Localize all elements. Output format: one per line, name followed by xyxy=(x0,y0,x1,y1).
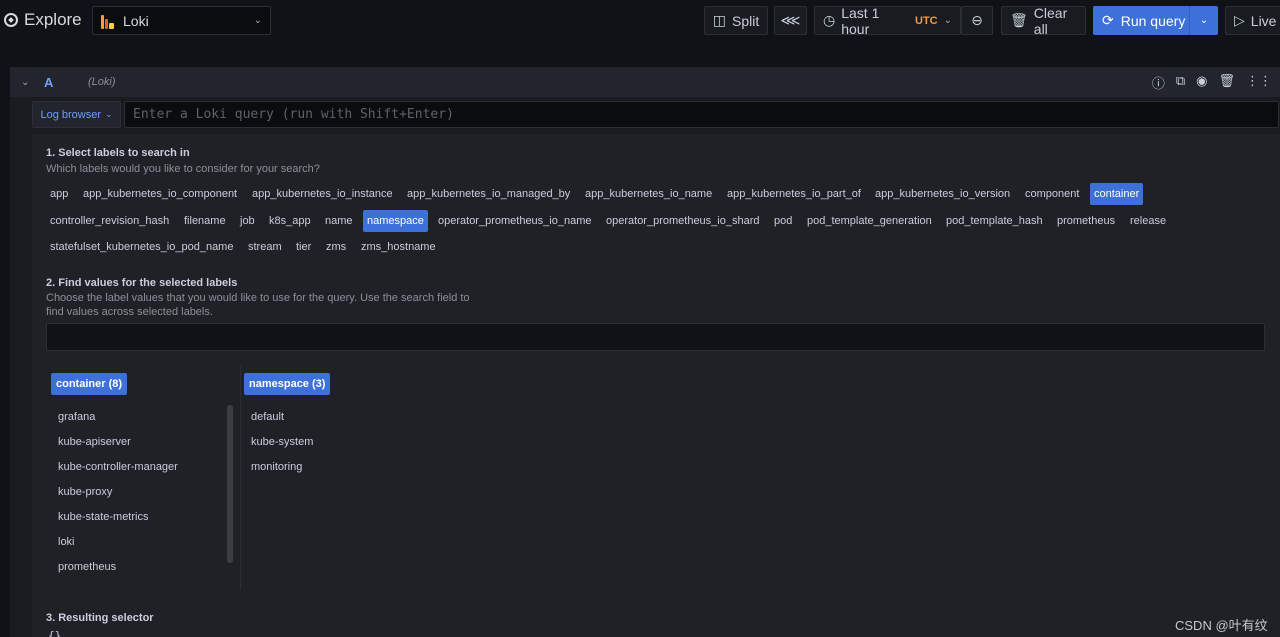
query-placeholder: Enter a Loki query (run with Shift+Enter… xyxy=(133,107,454,122)
label-pill-app-kubernetes-io-instance[interactable]: app_kubernetes_io_instance xyxy=(248,183,397,205)
step3-title: 3. Resulting selector xyxy=(46,612,154,624)
label-pill-controller-revision-hash[interactable]: controller_revision_hash xyxy=(46,210,173,232)
play-icon: ▷ xyxy=(1234,12,1245,28)
label-pill-app-kubernetes-io-managed-by[interactable]: app_kubernetes_io_managed_by xyxy=(403,183,574,205)
label-value-kube-apiserver[interactable]: kube-apiserver xyxy=(58,436,131,448)
live-button[interactable]: ▷ Live xyxy=(1225,6,1280,35)
clear-all-label: Clear all xyxy=(1033,4,1068,37)
label-pill-stream[interactable]: stream xyxy=(244,236,286,258)
label-value-monitoring[interactable]: monitoring xyxy=(251,461,302,473)
help-icon[interactable]: ⓘ xyxy=(1152,73,1165,92)
label-pill-namespace[interactable]: namespace xyxy=(363,210,428,232)
step1-title: 1. Select labels to search in xyxy=(46,147,190,159)
timezone-badge: UTC xyxy=(915,14,938,27)
query-datasource-tag: (Loki) xyxy=(88,76,116,88)
time-range-label: Last 1 hour xyxy=(841,4,880,37)
log-browser-label: Log browser xyxy=(40,108,101,121)
step2-description-line: Choose the label values that you would l… xyxy=(46,292,470,304)
loki-logo-icon xyxy=(101,13,115,29)
label-value-kube-controller-manager[interactable]: kube-controller-manager xyxy=(58,461,178,473)
share-button[interactable]: ⋘ xyxy=(774,6,807,35)
clock-icon: ◷ xyxy=(823,12,836,28)
container-column-header[interactable]: container (8) xyxy=(51,373,128,395)
run-query-button[interactable]: ⟳ Run query ⌄ xyxy=(1093,6,1218,35)
time-range-picker[interactable]: ◷ Last 1 hour UTC ⌄ xyxy=(814,4,961,37)
query-ref-id[interactable]: A xyxy=(44,75,53,90)
label-pill-tier[interactable]: tier xyxy=(292,236,315,258)
label-pill-zms-hostname[interactable]: zms_hostname xyxy=(357,236,440,258)
columns-icon: ◫ xyxy=(712,12,726,28)
label-pill-app-kubernetes-io-component[interactable]: app_kubernetes_io_component xyxy=(79,183,241,205)
label-pill-app[interactable]: app xyxy=(46,183,72,205)
label-pill-container[interactable]: container xyxy=(1090,183,1144,205)
clear-all-button[interactable]: 🗑 Clear all xyxy=(1001,4,1086,37)
label-pill-operator-prometheus-io-shard[interactable]: operator_prometheus_io_shard xyxy=(602,210,764,232)
trash-icon: 🗑 xyxy=(1010,12,1028,28)
label-pill-operator-prometheus-io-name[interactable]: operator_prometheus_io_name xyxy=(434,210,596,232)
collapse-chevron-icon[interactable]: ⌄ xyxy=(21,77,29,88)
column-divider xyxy=(240,366,241,590)
resulting-selector: {} xyxy=(48,629,62,637)
label-value-kube-proxy[interactable]: kube-proxy xyxy=(58,486,112,498)
chevron-down-icon: ⌄ xyxy=(943,15,952,26)
label-pill-app-kubernetes-io-version[interactable]: app_kubernetes_io_version xyxy=(871,183,1014,205)
namespace-column-header[interactable]: namespace (3) xyxy=(244,373,331,395)
label-pill-job[interactable]: job xyxy=(236,210,259,232)
step2-title: 2. Find values for the selected labels xyxy=(46,277,238,289)
page-title: Explore xyxy=(4,9,82,31)
eye-icon[interactable]: ◉ xyxy=(1196,73,1207,92)
zoom-out-icon: ⊖ xyxy=(971,12,983,28)
query-input[interactable]: Enter a Loki query (run with Shift+Enter… xyxy=(124,101,1279,128)
top-toolbar: Explore Loki ⌄ ◫ Split ⋘ ◷ Last 1 hour U… xyxy=(0,0,1280,42)
label-pill-app-kubernetes-io-name[interactable]: app_kubernetes_io_name xyxy=(581,183,716,205)
label-pill-k8s-app[interactable]: k8s_app xyxy=(265,210,315,232)
live-label: Live xyxy=(1250,12,1277,29)
query-row-actions: ⓘ ⧉ ◉ 🗑 ⋮⋮ xyxy=(1152,73,1272,92)
label-pill-pod[interactable]: pod xyxy=(770,210,796,232)
values-scrollbar[interactable] xyxy=(227,405,233,563)
chevron-down-icon: ⌄ xyxy=(105,109,113,119)
label-pill-filename[interactable]: filename xyxy=(180,210,230,232)
chevron-down-icon: ⌄ xyxy=(253,15,262,26)
label-values-search-input[interactable] xyxy=(46,323,1265,351)
share-icon: ⋘ xyxy=(780,12,801,28)
label-pill-statefulset-kubernetes-io-pod-name[interactable]: statefulset_kubernetes_io_pod_name xyxy=(46,236,237,258)
datasource-picker[interactable]: Loki ⌄ xyxy=(92,6,271,35)
label-pill-pod-template-generation[interactable]: pod_template_generation xyxy=(803,210,936,232)
label-pill-pod-template-hash[interactable]: pod_template_hash xyxy=(942,210,1047,232)
drag-handle-icon[interactable]: ⋮⋮ xyxy=(1246,73,1272,92)
label-value-grafana[interactable]: grafana xyxy=(58,411,95,423)
label-pill-prometheus[interactable]: prometheus xyxy=(1053,210,1119,232)
label-pill-app-kubernetes-io-part-of[interactable]: app_kubernetes_io_part_of xyxy=(723,183,865,205)
step2-description-line: find values across selected labels. xyxy=(46,306,213,318)
datasource-name: Loki xyxy=(123,12,149,29)
step1-description: Which labels would you like to consider … xyxy=(46,163,320,175)
label-pill-component[interactable]: component xyxy=(1021,183,1083,205)
label-value-kube-state-metrics[interactable]: kube-state-metrics xyxy=(58,511,148,523)
label-value-prometheus[interactable]: prometheus xyxy=(58,561,116,573)
label-pill-name[interactable]: name xyxy=(321,210,357,232)
label-value-default[interactable]: default xyxy=(251,411,284,423)
log-browser-button[interactable]: Log browser ⌄ xyxy=(32,101,121,128)
page-title-text: Explore xyxy=(24,10,82,29)
zoom-out-button[interactable]: ⊖ xyxy=(961,6,993,35)
query-row-header: ⌄ A (Loki) ⓘ ⧉ ◉ 🗑 ⋮⋮ xyxy=(10,67,1280,97)
label-value-loki[interactable]: loki xyxy=(58,536,75,548)
step2-description: Choose the label values that you would l… xyxy=(46,291,470,319)
label-pill-release[interactable]: release xyxy=(1126,210,1170,232)
run-options-chevron-icon[interactable]: ⌄ xyxy=(1190,15,1218,26)
label-value-kube-system[interactable]: kube-system xyxy=(251,436,313,448)
run-query-label: Run query xyxy=(1120,12,1186,29)
duplicate-icon[interactable]: ⧉ xyxy=(1176,73,1185,92)
label-pill-zms[interactable]: zms xyxy=(322,236,350,258)
compass-icon xyxy=(4,13,18,27)
watermark: CSDN @叶有纹 xyxy=(1175,618,1268,633)
trash-icon[interactable]: 🗑 xyxy=(1218,73,1235,92)
split-label: Split xyxy=(732,12,760,29)
sync-icon: ⟳ xyxy=(1102,12,1114,28)
split-button[interactable]: ◫ Split xyxy=(704,6,768,35)
